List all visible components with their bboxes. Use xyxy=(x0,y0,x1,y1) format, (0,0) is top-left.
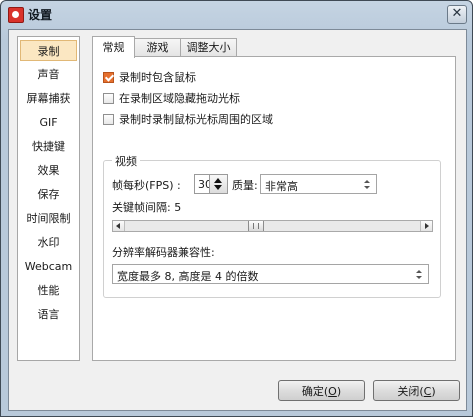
quality-select[interactable]: 非常高 xyxy=(260,174,377,194)
spinner-arrows-icon[interactable] xyxy=(209,175,227,193)
record-cursor-area-label: 录制时录制鼠标光标周围的区域 xyxy=(119,113,273,126)
keyframe-slider[interactable] xyxy=(112,220,433,232)
settings-window: 设置 ✕ 录制 声音 屏幕捕获 GIF 快捷键 效果 保存 时间限制 水印 We… xyxy=(0,0,473,417)
dropdown-arrows-icon xyxy=(364,180,371,189)
dropdown-arrows-icon xyxy=(416,270,423,279)
include-mouse-label: 录制时包含鼠标 xyxy=(119,71,196,84)
record-cursor-area-checkbox[interactable] xyxy=(103,113,114,125)
video-group: 视频 帧每秒(FPS) : 30 质量: 非常高 关键帧间隔: 5 分辨率解码器… xyxy=(103,153,441,298)
keyframe-value: 5 xyxy=(174,201,182,214)
fps-spinner[interactable]: 30 xyxy=(194,174,228,194)
keyframe-slider-thumb[interactable] xyxy=(248,221,264,231)
sidebar-item-gif[interactable]: GIF xyxy=(20,112,77,133)
tab-general[interactable]: 常规 xyxy=(92,36,135,58)
codec-compat-value: 宽度最多 8, 高度是 4 的倍数 xyxy=(117,270,259,283)
sidebar-item-save[interactable]: 保存 xyxy=(20,184,77,205)
slider-left-arrow-icon[interactable] xyxy=(113,221,125,231)
sidebar-item-webcam[interactable]: Webcam xyxy=(20,256,77,277)
app-record-icon xyxy=(8,7,24,23)
fps-label: 帧每秒(FPS) : xyxy=(112,179,181,192)
quality-value: 非常高 xyxy=(265,180,298,193)
record-cursor-area-option[interactable]: 录制时录制鼠标光标周围的区域 xyxy=(103,111,273,127)
hide-drag-cursor-option[interactable]: 在录制区域隐藏拖动光标 xyxy=(103,90,240,106)
window-title: 设置 xyxy=(28,8,53,22)
sidebar-item-sound[interactable]: 声音 xyxy=(20,64,77,85)
dialog-client-area: 录制 声音 屏幕捕获 GIF 快捷键 效果 保存 时间限制 水印 Webcam … xyxy=(8,29,467,411)
sidebar-item-effects[interactable]: 效果 xyxy=(20,160,77,181)
settings-sidebar: 录制 声音 屏幕捕获 GIF 快捷键 效果 保存 时间限制 水印 Webcam … xyxy=(17,36,80,361)
hide-drag-cursor-label: 在录制区域隐藏拖动光标 xyxy=(119,92,240,105)
sidebar-item-time-limit[interactable]: 时间限制 xyxy=(20,208,77,229)
keyframe-label: 关键帧间隔: 5 xyxy=(112,201,182,214)
codec-compat-label: 分辨率解码器兼容性: xyxy=(112,246,215,259)
include-mouse-option[interactable]: 录制时包含鼠标 xyxy=(103,69,196,85)
sidebar-item-language[interactable]: 语言 xyxy=(20,304,77,325)
slider-right-arrow-icon[interactable] xyxy=(420,221,432,231)
hide-drag-cursor-checkbox[interactable] xyxy=(103,92,114,104)
codec-compat-select[interactable]: 宽度最多 8, 高度是 4 的倍数 xyxy=(112,264,429,284)
close-button[interactable]: 关闭(C) xyxy=(373,380,460,401)
title-bar[interactable]: 设置 ✕ xyxy=(1,1,472,28)
tab-game[interactable]: 游戏 xyxy=(134,38,181,57)
sidebar-item-screen-capture[interactable]: 屏幕捕获 xyxy=(20,88,77,109)
sidebar-item-hotkeys[interactable]: 快捷键 xyxy=(20,136,77,157)
sidebar-item-performance[interactable]: 性能 xyxy=(20,280,77,301)
include-mouse-checkbox[interactable] xyxy=(103,71,114,83)
tab-resize[interactable]: 调整大小 xyxy=(180,38,237,57)
sidebar-item-record[interactable]: 录制 xyxy=(20,40,77,61)
quality-label: 质量: xyxy=(232,179,258,192)
close-window-button[interactable]: ✕ xyxy=(447,5,467,24)
sidebar-item-watermark[interactable]: 水印 xyxy=(20,232,77,253)
ok-button[interactable]: 确定(O) xyxy=(278,380,365,401)
general-tab-panel: 录制时包含鼠标 在录制区域隐藏拖动光标 录制时录制鼠标光标周围的区域 视频 帧每… xyxy=(92,56,456,361)
video-group-title: 视频 xyxy=(112,153,140,169)
